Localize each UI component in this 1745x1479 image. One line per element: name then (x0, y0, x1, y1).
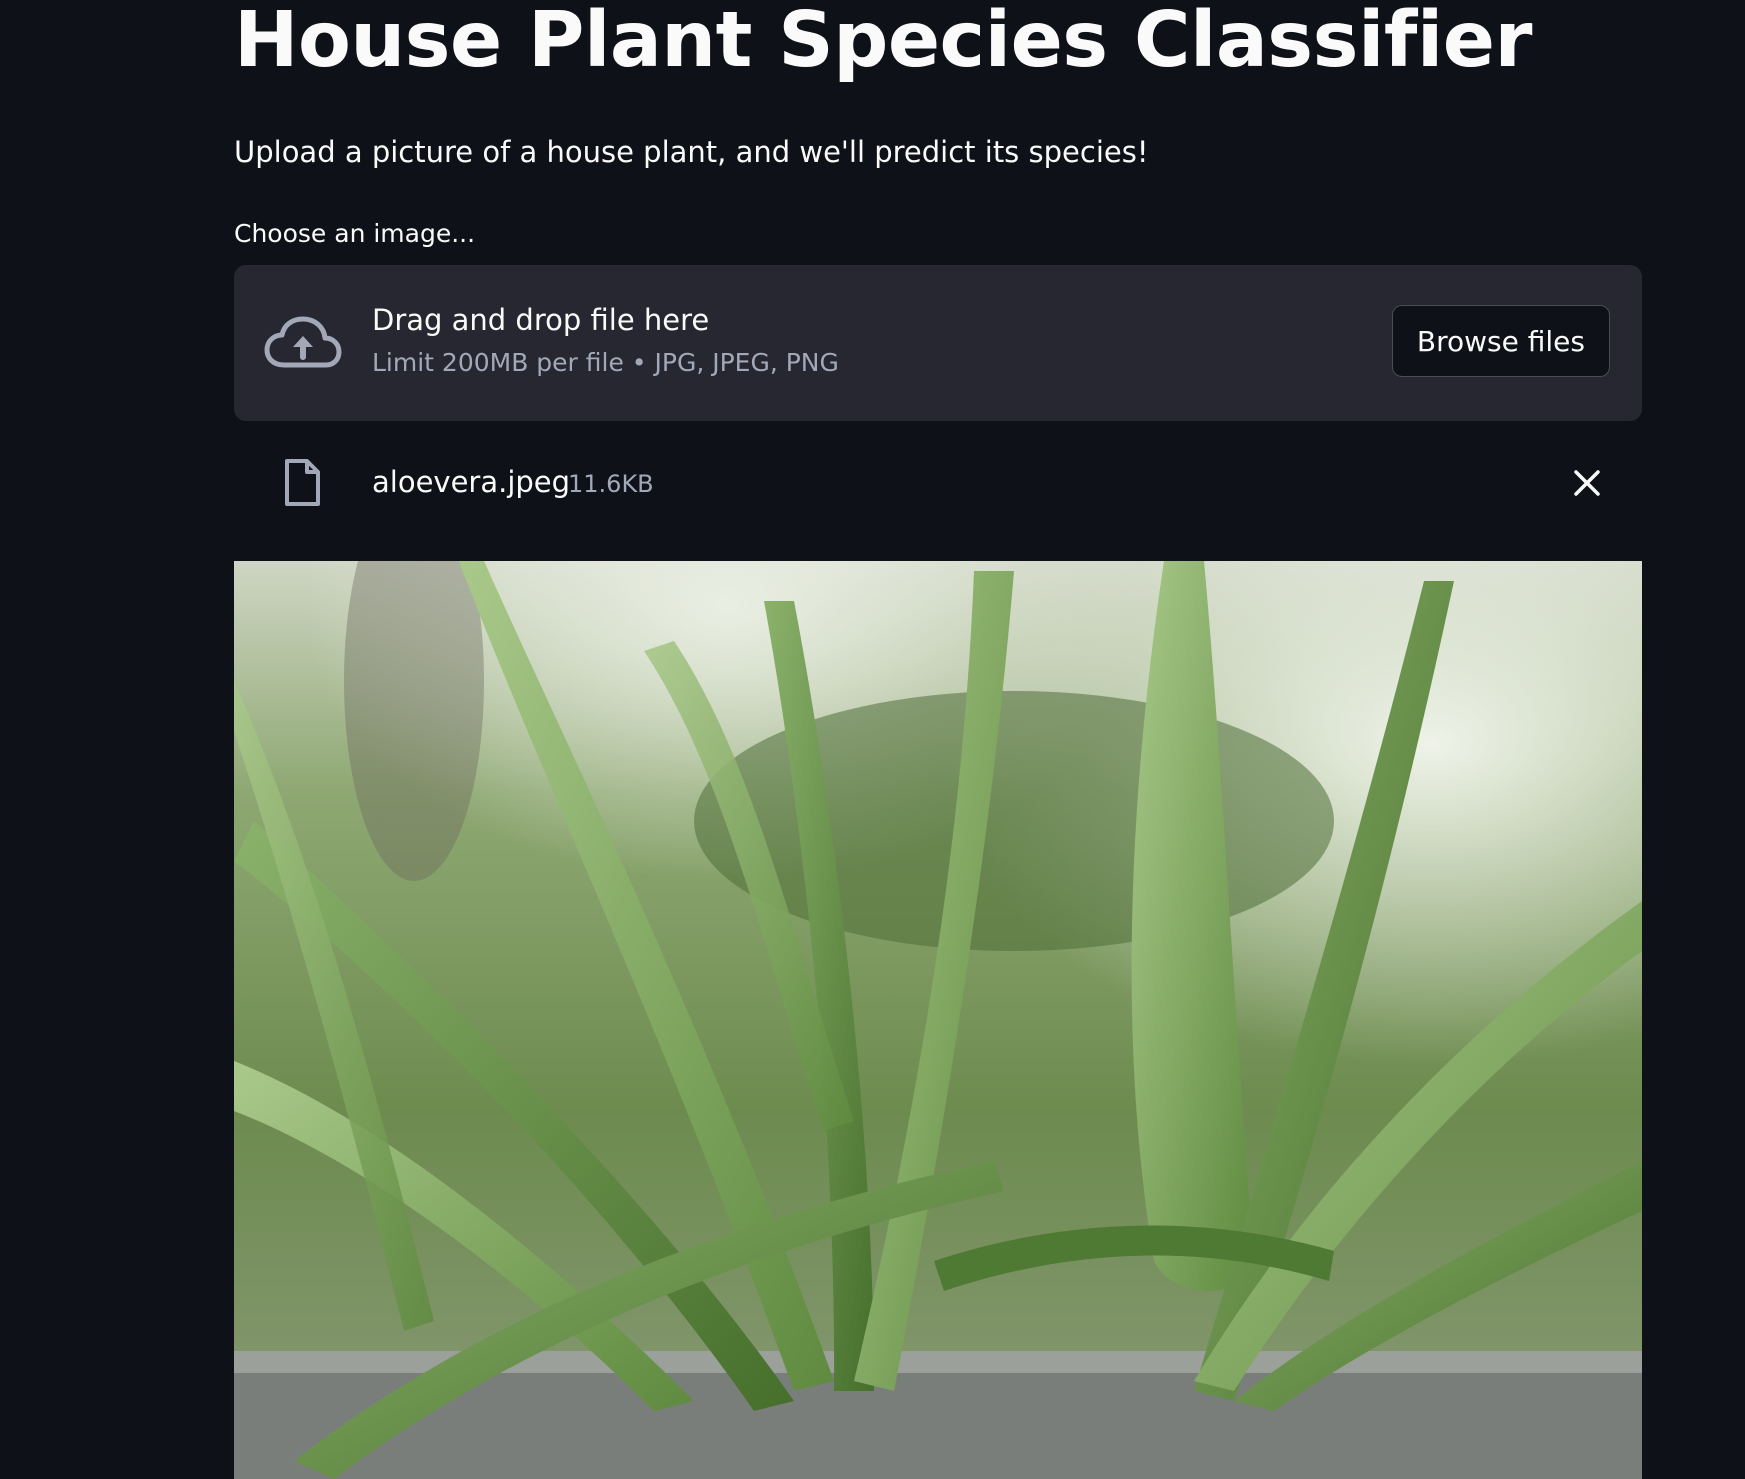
uploaded-file-size: 11.6KB (568, 470, 654, 498)
file-dropzone[interactable]: Drag and drop file here Limit 200MB per … (234, 265, 1642, 421)
uploaded-file-name: aloevera.jpeg (372, 465, 571, 499)
browse-files-button[interactable]: Browse files (1391, 305, 1610, 377)
dropzone-limit-text: Limit 200MB per file • JPG, JPEG, PNG (372, 348, 839, 377)
uploaded-file-row: aloevera.jpeg 11.6KB (234, 452, 1642, 514)
app-root: House Plant Species Classifier Upload a … (0, 0, 1745, 1479)
uploaded-plant-image (234, 561, 1642, 1479)
remove-file-close-icon[interactable] (1570, 466, 1604, 500)
cloud-upload-icon (264, 315, 342, 371)
page-subtitle: Upload a picture of a house plant, and w… (234, 135, 1149, 169)
file-icon (282, 458, 322, 508)
dropzone-title: Drag and drop file here (372, 303, 710, 337)
dropzone-text: Drag and drop file here Limit 200MB per … (372, 301, 839, 379)
uploader-label: Choose an image... (234, 219, 476, 248)
page-title: House Plant Species Classifier (234, 0, 1532, 85)
main-content: House Plant Species Classifier Upload a … (234, 0, 1642, 1479)
